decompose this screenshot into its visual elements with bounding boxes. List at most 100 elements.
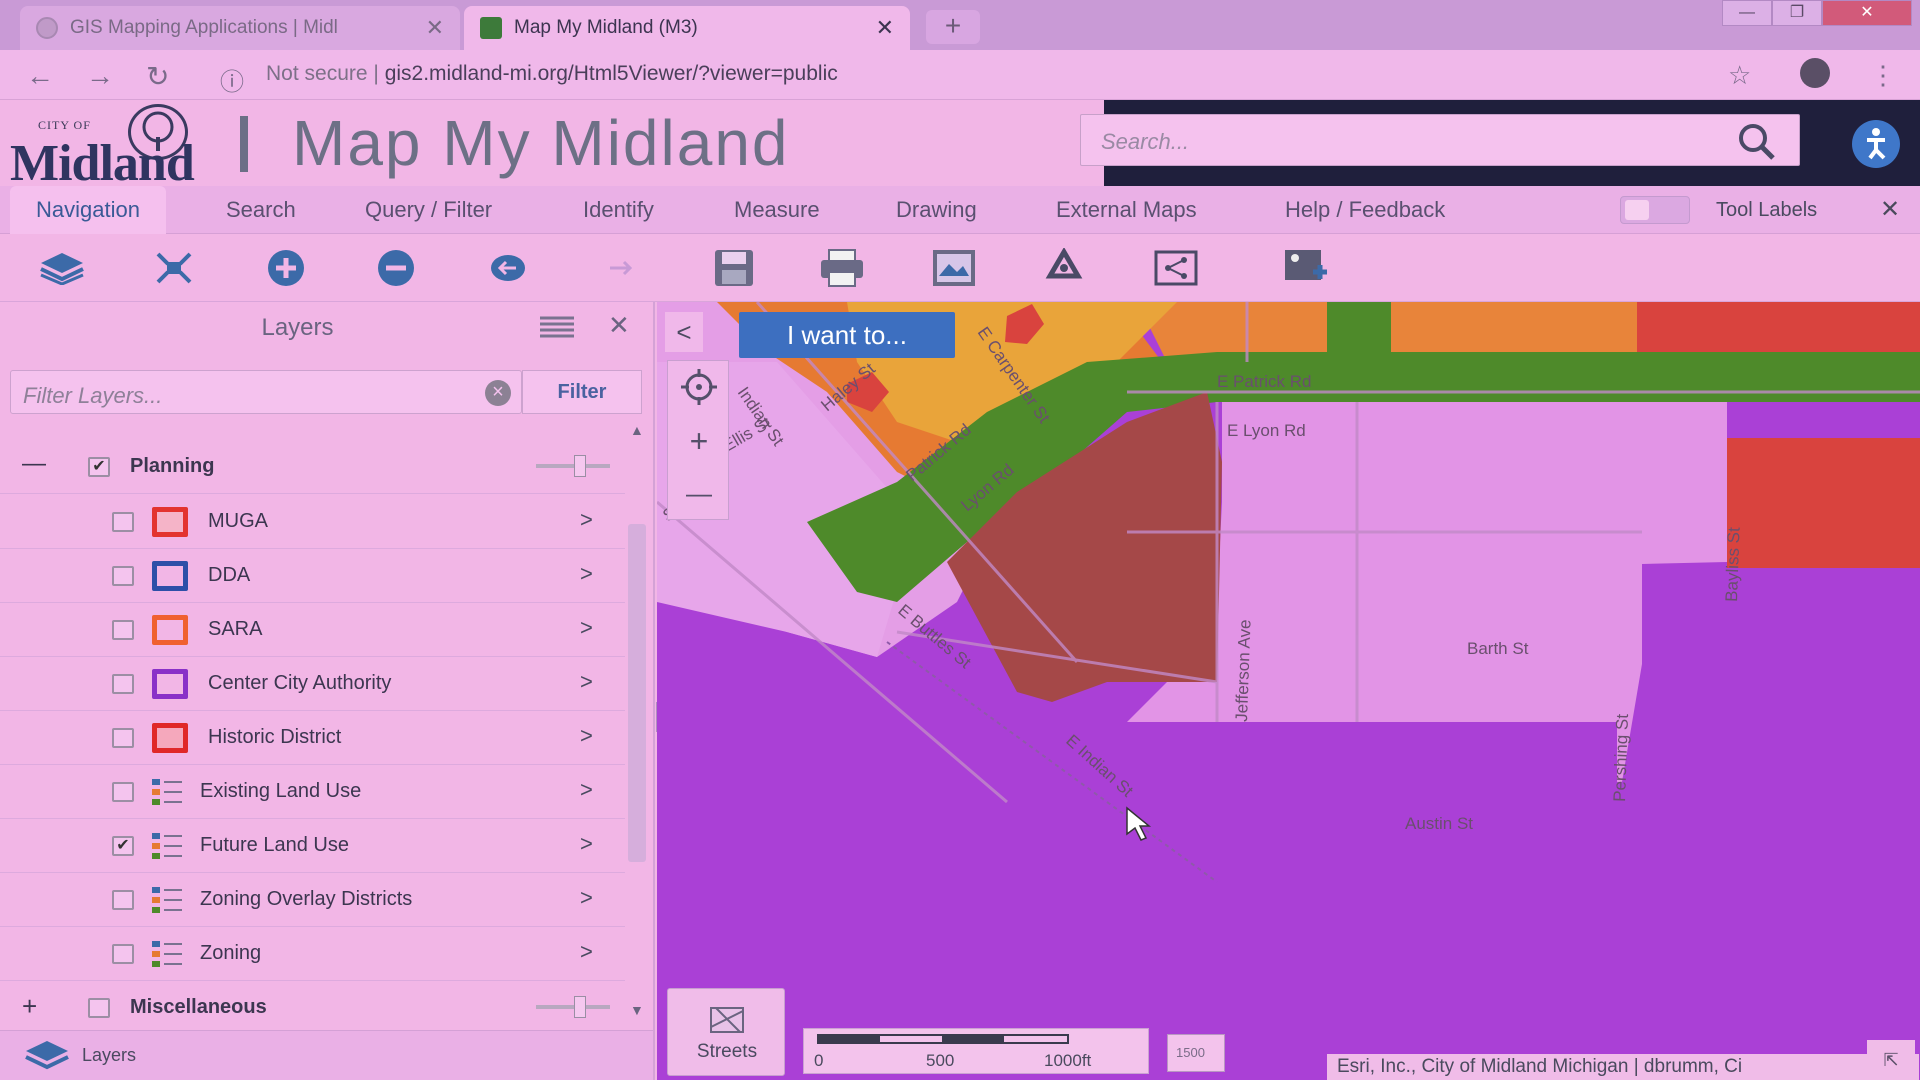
group-checkbox[interactable]: ✔	[88, 457, 110, 477]
chevron-right-icon[interactable]: >	[580, 939, 593, 965]
scale-input[interactable]: 1500	[1167, 1034, 1225, 1072]
tab-query-filter[interactable]: Query / Filter	[365, 186, 492, 234]
i-want-to-button[interactable]: I want to...	[739, 312, 955, 358]
street-label: E Lyon Rd	[1227, 421, 1306, 440]
chevron-right-icon[interactable]: >	[580, 507, 593, 533]
chevron-right-icon[interactable]: >	[580, 777, 593, 803]
full-extent-icon[interactable]	[150, 246, 198, 290]
bookmark-star-icon[interactable]: ☆	[1728, 60, 1751, 91]
opacity-slider[interactable]	[536, 996, 610, 1018]
tool-labels-toggle[interactable]	[1620, 196, 1690, 224]
refresh-icon[interactable]	[1040, 246, 1088, 290]
layer-row-zoning[interactable]: Zoning >	[0, 927, 625, 981]
opacity-slider[interactable]	[536, 455, 610, 477]
layer-group-planning[interactable]: — ✔ Planning	[0, 440, 625, 494]
layer-checkbox[interactable]	[112, 782, 134, 802]
filter-layers-input[interactable]: Filter Layers... ×	[10, 370, 522, 414]
tab-drawing[interactable]: Drawing	[896, 186, 977, 234]
close-ribbon-icon[interactable]: ✕	[1880, 186, 1900, 234]
layer-row-historic-district[interactable]: Historic District >	[0, 711, 625, 765]
zoom-out-icon[interactable]	[372, 246, 420, 290]
reload-icon[interactable]: ↻	[146, 60, 169, 93]
map-canvas[interactable]: E Carpenter St Haley St E Patrick Rd E L…	[657, 302, 1920, 1080]
clear-filter-icon[interactable]: ×	[485, 380, 511, 406]
logo-city-text: CITY OF	[38, 118, 91, 132]
layers-footer-tab[interactable]: Layers	[0, 1030, 653, 1080]
locate-me-icon[interactable]	[668, 361, 730, 413]
basemap-streets-button[interactable]: Streets	[667, 988, 785, 1076]
tab-identify[interactable]: Identify	[583, 186, 654, 234]
collapse-panel-button[interactable]: <	[665, 312, 703, 352]
search-input[interactable]: Search...	[1080, 114, 1800, 166]
browser-tab-gis-apps[interactable]: GIS Mapping Applications | Midl ✕	[20, 6, 460, 50]
forward-icon[interactable]: →	[86, 60, 114, 92]
slider-handle[interactable]	[574, 996, 586, 1018]
map-zoom-in-button[interactable]: +	[668, 415, 730, 467]
layer-checkbox[interactable]	[112, 512, 134, 532]
slider-handle[interactable]	[574, 455, 586, 477]
minimize-button[interactable]: —	[1722, 0, 1772, 26]
chevron-right-icon[interactable]: >	[580, 831, 593, 857]
share-icon[interactable]	[1152, 246, 1200, 290]
chevron-right-icon[interactable]: >	[580, 561, 593, 587]
map-zoom-out-button[interactable]: —	[668, 467, 730, 519]
layer-checkbox[interactable]	[112, 674, 134, 694]
layer-group-miscellaneous[interactable]: + Miscellaneous	[0, 981, 625, 1035]
back-icon[interactable]: ←	[26, 60, 54, 92]
search-icon[interactable]	[1735, 121, 1779, 166]
close-icon[interactable]: ✕	[608, 310, 630, 341]
layer-row-dda[interactable]: DDA >	[0, 549, 625, 603]
layer-row-sara[interactable]: SARA >	[0, 603, 625, 657]
tab-measure[interactable]: Measure	[734, 186, 820, 234]
layer-checkbox[interactable]	[112, 620, 134, 640]
zoom-in-icon[interactable]	[262, 246, 310, 290]
layer-checkbox[interactable]	[112, 944, 134, 964]
accessibility-icon[interactable]	[1852, 120, 1900, 168]
filter-button[interactable]: Filter	[522, 370, 642, 414]
restore-button[interactable]: ❐	[1772, 0, 1822, 26]
chevron-right-icon[interactable]: >	[580, 615, 593, 641]
scroll-up-icon[interactable]: ▲	[630, 422, 644, 438]
chevron-right-icon[interactable]: >	[580, 885, 593, 911]
previous-extent-icon[interactable]	[484, 246, 532, 290]
account-icon[interactable]	[1800, 58, 1830, 88]
scroll-down-icon[interactable]: ▼	[630, 1002, 644, 1018]
close-tab-icon[interactable]: ✕	[876, 15, 894, 41]
tab-help-feedback[interactable]: Help / Feedback	[1285, 186, 1445, 234]
layer-checkbox[interactable]: ✔	[112, 836, 134, 856]
expand-group-icon[interactable]: +	[22, 991, 37, 1022]
tab-external-maps[interactable]: External Maps	[1056, 186, 1197, 234]
export-map-icon[interactable]	[930, 246, 978, 290]
close-tab-icon[interactable]: ✕	[426, 15, 444, 41]
layer-row-existing-land-use[interactable]: Existing Land Use >	[0, 765, 625, 819]
expand-corner-icon[interactable]: ⇱	[1867, 1040, 1915, 1080]
add-marker-icon[interactable]	[1282, 246, 1330, 290]
menu-kebab-icon[interactable]: ⋮	[1870, 60, 1896, 91]
group-checkbox[interactable]	[88, 998, 110, 1018]
layer-checkbox[interactable]	[112, 890, 134, 910]
new-tab-button[interactable]: +	[926, 10, 980, 44]
tab-search[interactable]: Search	[226, 186, 296, 234]
layer-row-muga[interactable]: MUGA >	[0, 495, 625, 549]
chevron-right-icon[interactable]: >	[580, 723, 593, 749]
layers-icon[interactable]	[38, 246, 86, 290]
layer-row-future-land-use[interactable]: ✔ Future Land Use >	[0, 819, 625, 873]
print-icon[interactable]	[818, 246, 866, 290]
next-extent-icon[interactable]	[596, 246, 644, 290]
layer-checkbox[interactable]	[112, 728, 134, 748]
info-icon[interactable]: ⓘ	[220, 62, 244, 97]
list-view-icon[interactable]	[540, 316, 574, 343]
browser-tab-map-my-midland[interactable]: Map My Midland (M3) ✕	[464, 6, 910, 50]
city-logo[interactable]: CITY OF Midland	[10, 104, 206, 192]
layer-checkbox[interactable]	[112, 566, 134, 586]
tab-navigation[interactable]: Navigation	[10, 186, 166, 234]
layer-row-center-city-authority[interactable]: Center City Authority >	[0, 657, 625, 711]
scrollbar-thumb[interactable]	[628, 524, 646, 862]
save-icon[interactable]	[710, 246, 758, 290]
layer-row-zoning-overlay-districts[interactable]: Zoning Overlay Districts >	[0, 873, 625, 927]
url-field[interactable]: Not secure | gis2.midland-mi.org/Html5Vi…	[266, 62, 838, 86]
chevron-right-icon[interactable]: >	[580, 669, 593, 695]
map-view[interactable]: E Carpenter St Haley St E Patrick Rd E L…	[657, 302, 1920, 1080]
collapse-group-icon[interactable]: —	[22, 450, 46, 478]
close-window-button[interactable]: ✕	[1822, 0, 1912, 26]
